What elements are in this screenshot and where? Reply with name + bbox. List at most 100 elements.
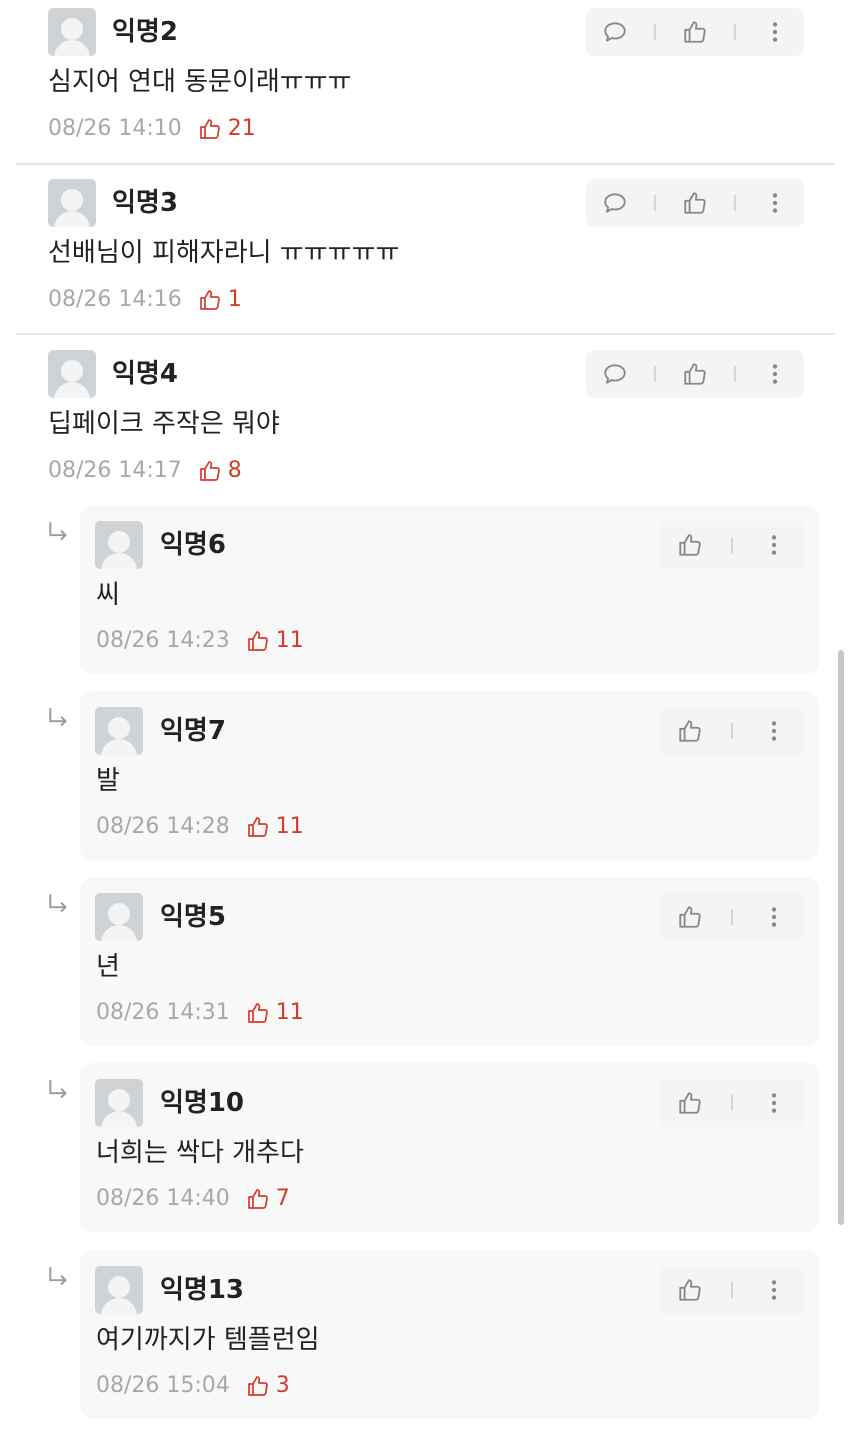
reply-time: 08/26 15:04: [96, 1373, 230, 1398]
action-divider: [654, 24, 657, 40]
thumbs-up-icon: [246, 1001, 270, 1025]
comment-icon[interactable]: [595, 12, 635, 52]
like-count: 3: [246, 1372, 290, 1400]
comment-time: 08/26 14:17: [48, 458, 182, 483]
like-count-value: 3: [275, 1373, 290, 1398]
comment-author: 익명2: [112, 17, 178, 47]
reply-arrow-icon: [46, 1078, 72, 1104]
thumbs-up-icon: [198, 288, 222, 312]
reply-meta: 08/26 14:23 11: [96, 627, 304, 655]
avatar-icon: [48, 8, 96, 56]
action-divider: [654, 195, 657, 211]
avatar-icon: [95, 707, 143, 755]
comment-meta: 08/26 14:17 8: [48, 457, 242, 485]
like-count-value: 8: [227, 458, 242, 483]
more-vertical-icon[interactable]: [755, 12, 795, 52]
reply-arrow-icon: [46, 706, 72, 732]
reply-text: 여기까지가 템플런임: [96, 1325, 320, 1355]
like-count-value: 7: [275, 1186, 290, 1211]
action-divider: [730, 537, 733, 553]
like-count-value: 11: [275, 628, 304, 653]
comment-icon[interactable]: [595, 183, 635, 223]
more-vertical-icon[interactable]: [754, 711, 794, 751]
thumbs-up-icon[interactable]: [670, 897, 710, 937]
reply-item: 익명10 너희는 싹다 개추다 08/26 14:40 7: [80, 1063, 819, 1232]
reply-text: 씨: [96, 580, 120, 610]
reply-meta: 08/26 15:04 3: [96, 1372, 290, 1400]
reply-actions: [659, 707, 804, 755]
more-vertical-icon[interactable]: [755, 354, 795, 394]
more-vertical-icon[interactable]: [754, 897, 794, 937]
thumbs-up-icon: [198, 459, 222, 483]
thumbs-up-icon[interactable]: [670, 525, 710, 565]
reply-text: 너희는 싹다 개추다: [96, 1138, 304, 1168]
comment-item: 익명3 선배님이 피해자라니 ㅠㅠㅠㅠㅠ 08/26 14:16 1: [0, 171, 850, 341]
like-count: 11: [246, 999, 304, 1027]
like-count-value: 11: [275, 1000, 304, 1025]
like-count-value: 21: [227, 116, 256, 141]
comment-author: 익명3: [112, 188, 178, 218]
reply-item: 익명7 발 08/26 14:28 11: [80, 691, 819, 860]
action-divider: [730, 723, 733, 739]
reply-time: 08/26 14:28: [96, 814, 230, 839]
divider: [16, 333, 835, 335]
reply-author: 익명6: [160, 530, 226, 560]
reply-arrow-icon: [46, 1265, 72, 1291]
like-count: 21: [198, 115, 256, 143]
reply-time: 08/26 14:40: [96, 1186, 230, 1211]
comment-item: 익명2 심지어 연대 동문이래ㅠㅠㅠ 08/26 14:10 21: [0, 0, 850, 170]
more-vertical-icon[interactable]: [754, 525, 794, 565]
avatar-icon: [95, 893, 143, 941]
comment-icon[interactable]: [595, 354, 635, 394]
like-count-value: 1: [227, 287, 242, 312]
thumbs-up-icon[interactable]: [675, 183, 715, 223]
reply-author: 익명10: [160, 1088, 245, 1118]
thumbs-up-icon: [246, 1187, 270, 1211]
reply-actions: [659, 893, 804, 941]
action-divider: [733, 24, 736, 40]
comment-text: 선배님이 피해자라니 ㅠㅠㅠㅠㅠ: [48, 238, 400, 268]
thumbs-up-icon[interactable]: [675, 12, 715, 52]
thumbs-up-icon: [246, 815, 270, 839]
comment-actions: [586, 350, 804, 398]
comment-author: 익명4: [112, 359, 178, 389]
comment-text: 딥페이크 주작은 뭐야: [48, 409, 280, 439]
reply-actions: [659, 1266, 804, 1314]
thumbs-up-icon[interactable]: [675, 354, 715, 394]
more-vertical-icon[interactable]: [754, 1270, 794, 1310]
thumbs-up-icon[interactable]: [670, 1083, 710, 1123]
thumbs-up-icon[interactable]: [670, 1270, 710, 1310]
thumbs-up-icon[interactable]: [670, 711, 710, 751]
like-count: 11: [246, 813, 304, 841]
more-vertical-icon[interactable]: [754, 1083, 794, 1123]
reply-arrow-icon: [46, 892, 72, 918]
reply-time: 08/26 14:23: [96, 628, 230, 653]
thumbs-up-icon: [246, 1374, 270, 1398]
action-divider: [730, 1095, 733, 1111]
comment-time: 08/26 14:16: [48, 287, 182, 312]
reply-author: 익명7: [160, 716, 226, 746]
action-divider: [733, 366, 736, 382]
reply-item: 익명6 씨 08/26 14:23 11: [80, 505, 819, 674]
comment-item: 익명4 딥페이크 주작은 뭐야 08/26 14:17 8: [0, 342, 850, 512]
reply-arrow-icon: [46, 520, 72, 546]
reply-time: 08/26 14:31: [96, 1000, 230, 1025]
like-count: 7: [246, 1185, 290, 1213]
reply-author: 익명13: [160, 1275, 245, 1305]
more-vertical-icon[interactable]: [755, 183, 795, 223]
avatar-icon: [95, 521, 143, 569]
like-count: 1: [198, 286, 242, 314]
scrollbar[interactable]: [838, 650, 844, 1225]
avatar-icon: [95, 1079, 143, 1127]
reply-author: 익명5: [160, 902, 226, 932]
reply-item: 익명5 년 08/26 14:31 11: [80, 877, 819, 1046]
like-count: 8: [198, 457, 242, 485]
reply-meta: 08/26 14:31 11: [96, 999, 304, 1027]
comment-actions: [586, 179, 804, 227]
reply-text: 발: [96, 766, 120, 796]
like-count-value: 11: [275, 814, 304, 839]
avatar-icon: [48, 350, 96, 398]
comment-actions: [586, 8, 804, 56]
comment-time: 08/26 14:10: [48, 116, 182, 141]
reply-item: 익명13 여기까지가 템플런임 08/26 15:04 3: [80, 1250, 819, 1419]
